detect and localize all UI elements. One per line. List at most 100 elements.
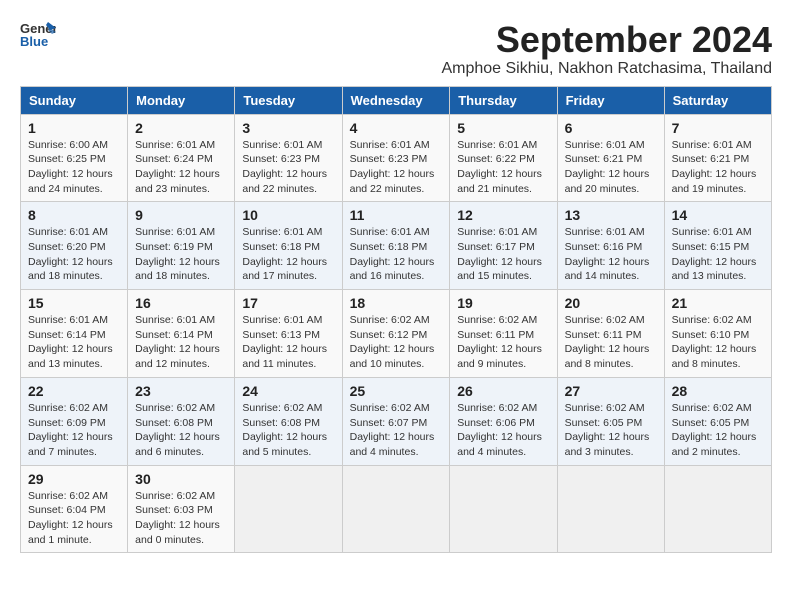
weekday-header: SundayMondayTuesdayWednesdayThursdayFrid… bbox=[21, 86, 772, 114]
day-cell-8: 8 Sunrise: 6:01 AM Sunset: 6:20 PM Daylig… bbox=[21, 202, 128, 290]
day-cell-2: 2 Sunrise: 6:01 AM Sunset: 6:24 PM Daylig… bbox=[128, 114, 235, 202]
day-cell-9: 9 Sunrise: 6:01 AM Sunset: 6:19 PM Daylig… bbox=[128, 202, 235, 290]
day-cell-5: 5 Sunrise: 6:01 AM Sunset: 6:22 PM Daylig… bbox=[450, 114, 557, 202]
calendar-title: September 2024 bbox=[441, 20, 772, 60]
week-row-1: 1 Sunrise: 6:00 AM Sunset: 6:25 PM Daylig… bbox=[21, 114, 772, 202]
day-number-10: 10 bbox=[242, 207, 334, 223]
day-number-30: 30 bbox=[135, 471, 227, 487]
day-cell-27: 27 Sunrise: 6:02 AM Sunset: 6:05 PM Dayli… bbox=[557, 377, 664, 465]
day-info-25: Sunrise: 6:02 AM Sunset: 6:07 PM Dayligh… bbox=[350, 401, 443, 460]
day-info-1: Sunrise: 6:00 AM Sunset: 6:25 PM Dayligh… bbox=[28, 138, 120, 197]
day-cell-6: 6 Sunrise: 6:01 AM Sunset: 6:21 PM Daylig… bbox=[557, 114, 664, 202]
day-cell-3: 3 Sunrise: 6:01 AM Sunset: 6:23 PM Daylig… bbox=[235, 114, 342, 202]
weekday-thursday: Thursday bbox=[450, 86, 557, 114]
day-cell-29: 29 Sunrise: 6:02 AM Sunset: 6:04 PM Dayli… bbox=[21, 465, 128, 553]
day-cell-15: 15 Sunrise: 6:01 AM Sunset: 6:14 PM Dayli… bbox=[21, 290, 128, 378]
day-cell-18: 18 Sunrise: 6:02 AM Sunset: 6:12 PM Dayli… bbox=[342, 290, 450, 378]
day-cell-25: 25 Sunrise: 6:02 AM Sunset: 6:07 PM Dayli… bbox=[342, 377, 450, 465]
day-number-18: 18 bbox=[350, 295, 443, 311]
day-number-17: 17 bbox=[242, 295, 334, 311]
day-number-22: 22 bbox=[28, 383, 120, 399]
logo-icon: General Blue bbox=[20, 20, 56, 48]
empty-cell bbox=[235, 465, 342, 553]
day-cell-1: 1 Sunrise: 6:00 AM Sunset: 6:25 PM Daylig… bbox=[21, 114, 128, 202]
empty-cell bbox=[342, 465, 450, 553]
day-info-29: Sunrise: 6:02 AM Sunset: 6:04 PM Dayligh… bbox=[28, 489, 120, 548]
day-number-13: 13 bbox=[565, 207, 657, 223]
day-info-11: Sunrise: 6:01 AM Sunset: 6:18 PM Dayligh… bbox=[350, 225, 443, 284]
weekday-tuesday: Tuesday bbox=[235, 86, 342, 114]
day-number-8: 8 bbox=[28, 207, 120, 223]
day-info-19: Sunrise: 6:02 AM Sunset: 6:11 PM Dayligh… bbox=[457, 313, 549, 372]
weekday-saturday: Saturday bbox=[664, 86, 771, 114]
day-cell-13: 13 Sunrise: 6:01 AM Sunset: 6:16 PM Dayli… bbox=[557, 202, 664, 290]
day-info-30: Sunrise: 6:02 AM Sunset: 6:03 PM Dayligh… bbox=[135, 489, 227, 548]
day-cell-26: 26Sunrise: 6:02 AM Sunset: 6:06 PM Dayli… bbox=[450, 377, 557, 465]
day-number-26: 26 bbox=[457, 383, 549, 399]
day-cell-11: 11 Sunrise: 6:01 AM Sunset: 6:18 PM Dayli… bbox=[342, 202, 450, 290]
day-info-18: Sunrise: 6:02 AM Sunset: 6:12 PM Dayligh… bbox=[350, 313, 443, 372]
day-info-15: Sunrise: 6:01 AM Sunset: 6:14 PM Dayligh… bbox=[28, 313, 120, 372]
day-number-6: 6 bbox=[565, 120, 657, 136]
day-info-16: Sunrise: 6:01 AM Sunset: 6:14 PM Dayligh… bbox=[135, 313, 227, 372]
day-info-10: Sunrise: 6:01 AM Sunset: 6:18 PM Dayligh… bbox=[242, 225, 334, 284]
day-info-20: Sunrise: 6:02 AM Sunset: 6:11 PM Dayligh… bbox=[565, 313, 657, 372]
day-info-9: Sunrise: 6:01 AM Sunset: 6:19 PM Dayligh… bbox=[135, 225, 227, 284]
week-row-3: 15 Sunrise: 6:01 AM Sunset: 6:14 PM Dayli… bbox=[21, 290, 772, 378]
weekday-monday: Monday bbox=[128, 86, 235, 114]
day-number-27: 27 bbox=[565, 383, 657, 399]
day-number-25: 25 bbox=[350, 383, 443, 399]
day-number-7: 7 bbox=[672, 120, 764, 136]
day-number-1: 1 bbox=[28, 120, 120, 136]
day-number-24: 24 bbox=[242, 383, 334, 399]
day-cell-22: 22Sunrise: 6:02 AM Sunset: 6:09 PM Dayli… bbox=[21, 377, 128, 465]
day-number-28: 28 bbox=[672, 383, 764, 399]
weekday-wednesday: Wednesday bbox=[342, 86, 450, 114]
day-cell-10: 10 Sunrise: 6:01 AM Sunset: 6:18 PM Dayli… bbox=[235, 202, 342, 290]
calendar-subtitle: Amphoe Sikhiu, Nakhon Ratchasima, Thaila… bbox=[441, 60, 772, 78]
week-row-4: 22Sunrise: 6:02 AM Sunset: 6:09 PM Dayli… bbox=[21, 377, 772, 465]
week-row-5: 29 Sunrise: 6:02 AM Sunset: 6:04 PM Dayli… bbox=[21, 465, 772, 553]
day-info-4: Sunrise: 6:01 AM Sunset: 6:23 PM Dayligh… bbox=[350, 138, 443, 197]
day-number-5: 5 bbox=[457, 120, 549, 136]
day-cell-17: 17Sunrise: 6:01 AM Sunset: 6:13 PM Dayli… bbox=[235, 290, 342, 378]
title-area: September 2024 Amphoe Sikhiu, Nakhon Rat… bbox=[441, 20, 772, 78]
calendar-body: 1 Sunrise: 6:00 AM Sunset: 6:25 PM Daylig… bbox=[21, 114, 772, 553]
day-cell-21: 21Sunrise: 6:02 AM Sunset: 6:10 PM Dayli… bbox=[664, 290, 771, 378]
day-cell-14: 14Sunrise: 6:01 AM Sunset: 6:15 PM Dayli… bbox=[664, 202, 771, 290]
day-number-2: 2 bbox=[135, 120, 227, 136]
day-info-2: Sunrise: 6:01 AM Sunset: 6:24 PM Dayligh… bbox=[135, 138, 227, 197]
day-number-14: 14 bbox=[672, 207, 764, 223]
day-number-29: 29 bbox=[28, 471, 120, 487]
day-info-21: Sunrise: 6:02 AM Sunset: 6:10 PM Dayligh… bbox=[672, 313, 764, 372]
empty-cell bbox=[557, 465, 664, 553]
day-info-12: Sunrise: 6:01 AM Sunset: 6:17 PM Dayligh… bbox=[457, 225, 549, 284]
day-info-3: Sunrise: 6:01 AM Sunset: 6:23 PM Dayligh… bbox=[242, 138, 334, 197]
day-cell-24: 24Sunrise: 6:02 AM Sunset: 6:08 PM Dayli… bbox=[235, 377, 342, 465]
day-cell-4: 4 Sunrise: 6:01 AM Sunset: 6:23 PM Daylig… bbox=[342, 114, 450, 202]
day-cell-20: 20 Sunrise: 6:02 AM Sunset: 6:11 PM Dayli… bbox=[557, 290, 664, 378]
day-info-23: Sunrise: 6:02 AM Sunset: 6:08 PM Dayligh… bbox=[135, 401, 227, 460]
empty-cell bbox=[664, 465, 771, 553]
day-cell-23: 23 Sunrise: 6:02 AM Sunset: 6:08 PM Dayli… bbox=[128, 377, 235, 465]
day-number-23: 23 bbox=[135, 383, 227, 399]
day-cell-12: 12Sunrise: 6:01 AM Sunset: 6:17 PM Dayli… bbox=[450, 202, 557, 290]
day-number-11: 11 bbox=[350, 207, 443, 223]
day-info-6: Sunrise: 6:01 AM Sunset: 6:21 PM Dayligh… bbox=[565, 138, 657, 197]
day-info-8: Sunrise: 6:01 AM Sunset: 6:20 PM Dayligh… bbox=[28, 225, 120, 284]
day-info-7: Sunrise: 6:01 AM Sunset: 6:21 PM Dayligh… bbox=[672, 138, 764, 197]
day-cell-7: 7 Sunrise: 6:01 AM Sunset: 6:21 PM Daylig… bbox=[664, 114, 771, 202]
day-number-19: 19 bbox=[457, 295, 549, 311]
calendar-table: SundayMondayTuesdayWednesdayThursdayFrid… bbox=[20, 86, 772, 554]
day-number-20: 20 bbox=[565, 295, 657, 311]
day-number-16: 16 bbox=[135, 295, 227, 311]
day-number-4: 4 bbox=[350, 120, 443, 136]
day-info-13: Sunrise: 6:01 AM Sunset: 6:16 PM Dayligh… bbox=[565, 225, 657, 284]
day-number-3: 3 bbox=[242, 120, 334, 136]
day-number-9: 9 bbox=[135, 207, 227, 223]
day-cell-16: 16 Sunrise: 6:01 AM Sunset: 6:14 PM Dayli… bbox=[128, 290, 235, 378]
svg-text:Blue: Blue bbox=[20, 34, 48, 48]
day-info-5: Sunrise: 6:01 AM Sunset: 6:22 PM Dayligh… bbox=[457, 138, 549, 197]
day-info-27: Sunrise: 6:02 AM Sunset: 6:05 PM Dayligh… bbox=[565, 401, 657, 460]
day-number-15: 15 bbox=[28, 295, 120, 311]
